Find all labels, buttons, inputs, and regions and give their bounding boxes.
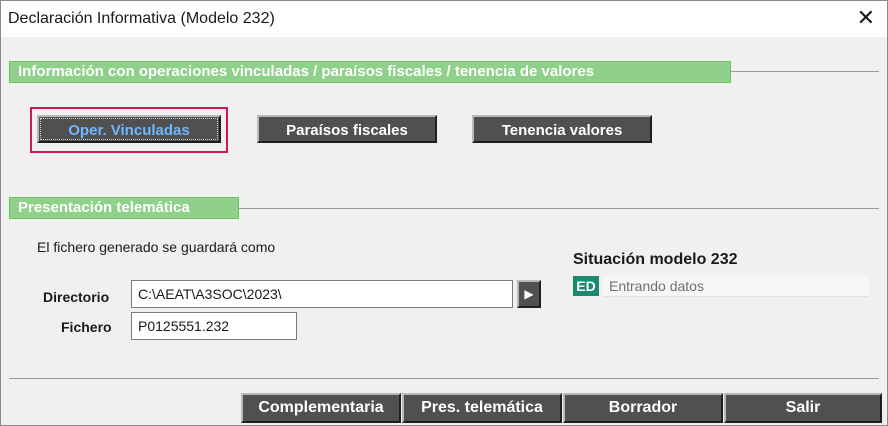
pres-telematica-button[interactable]: Pres. telemática bbox=[402, 393, 562, 423]
fichero-label: Fichero bbox=[61, 319, 112, 335]
fichero-field[interactable]: P0125551.232 bbox=[131, 312, 297, 340]
dialog-window: Declaración Informativa (Modelo 232) ✕ I… bbox=[0, 0, 888, 426]
save-note: El fichero generado se guardará como bbox=[37, 239, 276, 255]
salir-button[interactable]: Salir bbox=[724, 393, 882, 423]
oper-vinculadas-button[interactable]: Oper. Vinculadas bbox=[37, 115, 221, 143]
status-badge: ED bbox=[573, 276, 599, 296]
borrador-button[interactable]: Borrador bbox=[563, 393, 723, 423]
section-header-presentacion: Presentación telemática bbox=[9, 197, 239, 219]
browse-directory-button[interactable]: ▶ bbox=[517, 280, 541, 308]
status-text: Entrando datos bbox=[603, 275, 869, 297]
title-bar: Declaración Informativa (Modelo 232) ✕ bbox=[1, 1, 887, 37]
paraisos-fiscales-button[interactable]: Paraísos fiscales bbox=[257, 115, 437, 143]
bottom-divider bbox=[9, 378, 879, 379]
directorio-field[interactable]: C:\AEAT\A3SOC\2023\ bbox=[131, 280, 513, 308]
window-title: Declaración Informativa (Modelo 232) bbox=[8, 10, 275, 27]
play-arrow-icon: ▶ bbox=[524, 287, 534, 301]
directorio-label: Directorio bbox=[43, 289, 110, 305]
situacion-title: Situación modelo 232 bbox=[573, 251, 738, 268]
complementaria-button[interactable]: Complementaria bbox=[241, 393, 401, 423]
close-icon[interactable]: ✕ bbox=[857, 6, 875, 30]
tenencia-valores-button[interactable]: Tenencia valores bbox=[472, 115, 652, 143]
section-header-operaciones: Información con operaciones vinculadas /… bbox=[9, 61, 731, 83]
